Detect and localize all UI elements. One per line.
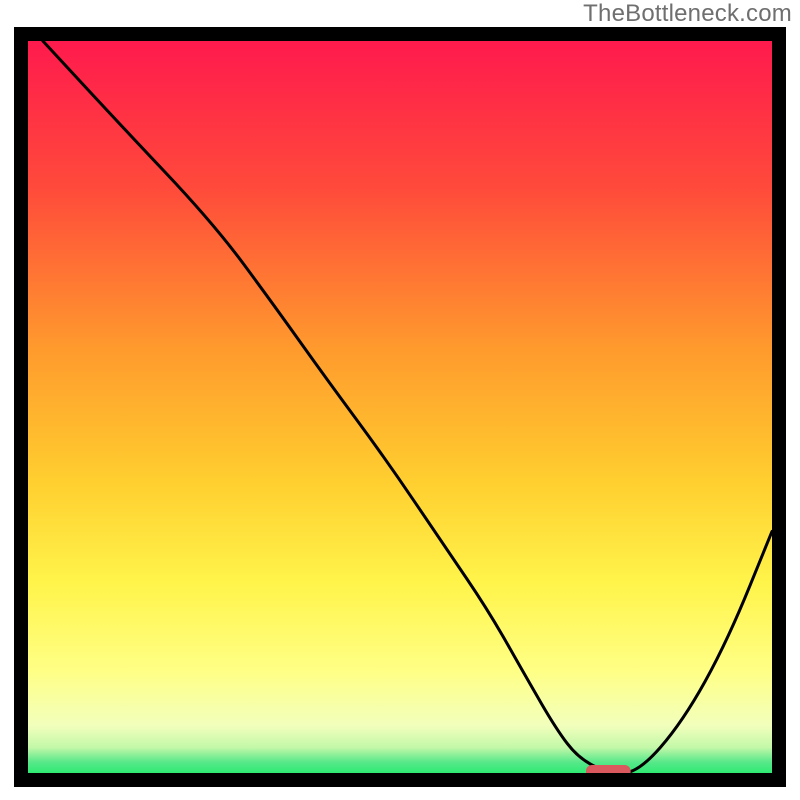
minimum-marker [586,765,631,778]
chart-plot [0,0,800,800]
gradient-background [28,41,772,773]
